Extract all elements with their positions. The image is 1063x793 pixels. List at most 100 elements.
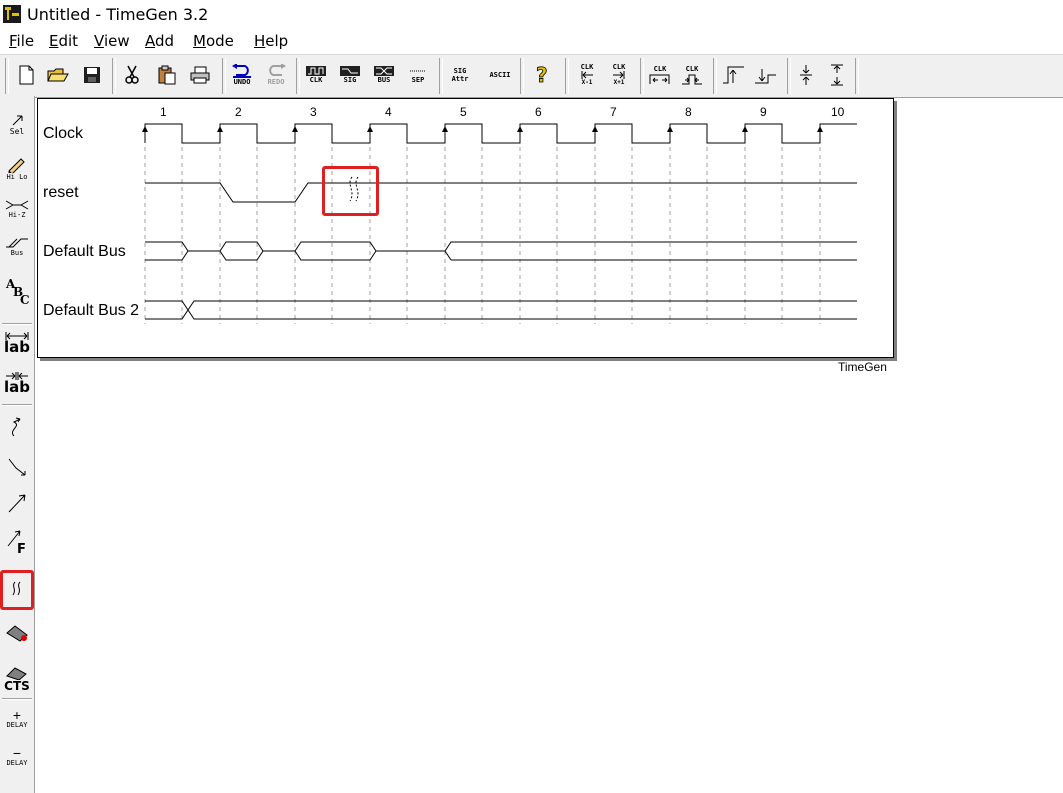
- menu-add[interactable]: Add: [145, 32, 174, 50]
- clock-wave-icon: [306, 66, 326, 76]
- waveform-canvas: [142, 123, 857, 324]
- label-gap-tool[interactable]: lab: [2, 366, 32, 400]
- default-bus-waveform: [145, 241, 857, 261]
- svg-text:F: F: [17, 542, 26, 554]
- hilo-tool-label: Hi Lo: [6, 172, 28, 181]
- palette-separator: [2, 698, 32, 700]
- paste-icon: [158, 65, 176, 85]
- bus-shape-icon: [6, 238, 28, 247]
- sig-attr-label-bottom: Attr: [451, 75, 469, 83]
- svg-text:?: ?: [536, 65, 548, 85]
- select-tool[interactable]: Sel: [2, 108, 32, 142]
- abc-text-icon: ABC: [5, 277, 30, 306]
- menu-mode-mnemonic: M: [193, 32, 206, 50]
- clk-left-sub: X-1: [581, 79, 593, 86]
- formatted-arrow-tool[interactable]: F: [2, 524, 32, 558]
- bent-arrow-tool[interactable]: [2, 450, 32, 484]
- menu-edit[interactable]: Edit: [49, 32, 78, 50]
- menu-mode[interactable]: Mode: [193, 32, 234, 50]
- ascii-label: ASCII: [489, 71, 511, 79]
- menu-edit-rest: dit: [58, 32, 79, 50]
- save-button[interactable]: [78, 61, 106, 89]
- rising-edge-button[interactable]: [720, 61, 748, 89]
- shift-right-icon: [613, 71, 625, 79]
- text-tool[interactable]: ABC: [2, 274, 32, 308]
- add-delay-tool[interactable]: + DELAY: [2, 702, 32, 736]
- print-icon: [190, 66, 210, 84]
- edge-arrow: [667, 126, 673, 132]
- bent-arrow-icon: [8, 458, 26, 476]
- curved-arrow-tool[interactable]: [2, 410, 32, 444]
- bus-tool-label: Bus: [10, 248, 24, 257]
- falling-edge-button[interactable]: [752, 61, 780, 89]
- compress-vertical-icon: [800, 65, 812, 85]
- undo-button[interactable]: UNDO: [228, 61, 256, 89]
- timing-diagram[interactable]: Clock reset Default Bus Default Bus 2 1 …: [37, 98, 894, 358]
- clk-label: CLK: [309, 76, 323, 84]
- default-bus-2-waveform: [145, 300, 857, 320]
- redo-button[interactable]: REDO: [262, 61, 290, 89]
- signal-attributes-button[interactable]: SIG Attr: [446, 61, 474, 89]
- curved-arrow-icon: [12, 417, 21, 437]
- label-span-tool-text: lab: [3, 337, 30, 356]
- clock-expand-button[interactable]: CLK: [646, 61, 674, 89]
- toolbar-separator: [565, 58, 569, 94]
- menu-file-mnemonic: F: [9, 32, 17, 50]
- bus-label: BUS: [377, 76, 391, 84]
- select-tool-label: Sel: [9, 126, 25, 136]
- clock-expand-icon: [649, 74, 670, 84]
- menu-view[interactable]: View: [94, 32, 130, 50]
- menu-view-mnemonic: V: [94, 32, 104, 50]
- bus-tool[interactable]: Bus: [2, 230, 32, 264]
- new-file-button[interactable]: [12, 61, 40, 89]
- edge-arrow: [592, 126, 598, 132]
- straight-arrow-tool[interactable]: [2, 486, 32, 520]
- open-file-button[interactable]: [44, 61, 72, 89]
- remove-delay-label: DELAY: [6, 758, 28, 767]
- reset-waveform: [145, 182, 857, 203]
- rising-edge-icon: [723, 66, 744, 84]
- erase-tool[interactable]: [2, 616, 32, 650]
- cut-button[interactable]: [118, 61, 146, 89]
- menu-help[interactable]: Help: [254, 32, 288, 50]
- hiz-tool[interactable]: Hi-Z: [2, 192, 32, 226]
- hilo-tool[interactable]: Hi Lo: [2, 152, 32, 186]
- print-button[interactable]: [186, 61, 214, 89]
- remove-delay-tool[interactable]: − DELAY: [2, 740, 32, 774]
- clock-contract-icon: [682, 74, 702, 85]
- cts-tool[interactable]: CTS: [2, 662, 32, 696]
- toolbar-separator: [112, 58, 116, 94]
- compress-vertical-button[interactable]: [792, 61, 820, 89]
- add-delay-label: DELAY: [6, 720, 28, 729]
- clock-shift-right-button[interactable]: CLK X+1: [605, 61, 633, 89]
- select-arrow-icon: [12, 115, 23, 125]
- menu-file[interactable]: File: [9, 32, 34, 50]
- help-context-button[interactable]: ?: [528, 61, 556, 89]
- redo-arrow-icon: [269, 64, 286, 76]
- menu-help-rest: elp: [265, 32, 289, 50]
- edge-arrow: [292, 126, 298, 132]
- title-bar: Untitled - TimeGen 3.2: [0, 0, 1063, 29]
- clock-shift-left-button[interactable]: CLK X-1: [573, 61, 601, 89]
- add-signal-button[interactable]: SIG: [336, 61, 364, 89]
- new-file-icon: [19, 65, 34, 85]
- window-title: Untitled - TimeGen 3.2: [27, 5, 209, 24]
- add-bus-button[interactable]: BUS: [370, 61, 398, 89]
- signal-wave-icon: [340, 66, 360, 76]
- edge-arrow: [517, 126, 523, 132]
- label-span-tool[interactable]: lab: [2, 326, 32, 360]
- shift-left-icon: [581, 71, 593, 79]
- paste-button[interactable]: [153, 61, 181, 89]
- label-gap-tool-text: lab: [3, 377, 30, 396]
- ascii-button[interactable]: ASCII: [486, 61, 514, 89]
- toolbar: UNDO REDO CLK SIG BUS SEP SIG Attr ASCII…: [0, 54, 1063, 98]
- menu-view-rest: iew: [103, 32, 130, 50]
- menu-help-mnemonic: H: [254, 32, 266, 50]
- cut-icon: [125, 65, 139, 84]
- clock-contract-button[interactable]: CLK: [678, 61, 706, 89]
- add-separator-button[interactable]: SEP: [404, 61, 432, 89]
- expand-vertical-button[interactable]: [823, 61, 851, 89]
- menu-mode-rest: ode: [205, 32, 234, 50]
- bus-wave-icon: [374, 66, 394, 76]
- add-clock-button[interactable]: CLK: [302, 61, 330, 89]
